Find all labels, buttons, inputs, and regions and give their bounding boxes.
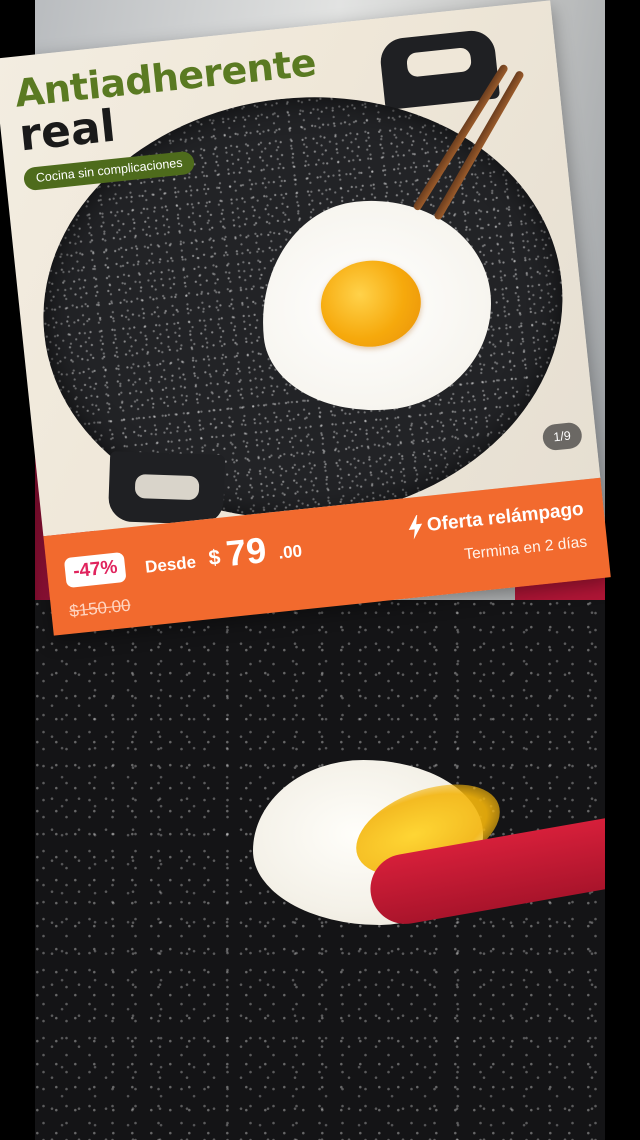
product-card[interactable]: Antiadherente real Cocina sin complicaci…	[0, 0, 611, 636]
price-integer: 79	[224, 529, 269, 575]
flash-sale-countdown: Termina en 2 días	[463, 533, 588, 564]
discount-badge: -47%	[63, 551, 127, 589]
original-price: $150.00	[68, 595, 132, 621]
flash-sale-title-row: Oferta relámpago	[406, 498, 585, 540]
price-decimals: .00	[277, 541, 303, 563]
price-currency: $	[207, 545, 222, 571]
flash-sale-title: Oferta relámpago	[425, 498, 585, 537]
price-prefix: Desde	[144, 552, 197, 577]
flash-sale-block: Oferta relámpago Termina en 2 días	[406, 498, 588, 570]
image-page-counter: 1/9	[541, 421, 584, 452]
product-image[interactable]: Antiadherente real Cocina sin complicaci…	[0, 0, 601, 537]
lightning-bolt-icon	[408, 515, 422, 540]
pan-handle-bottom	[107, 451, 226, 526]
